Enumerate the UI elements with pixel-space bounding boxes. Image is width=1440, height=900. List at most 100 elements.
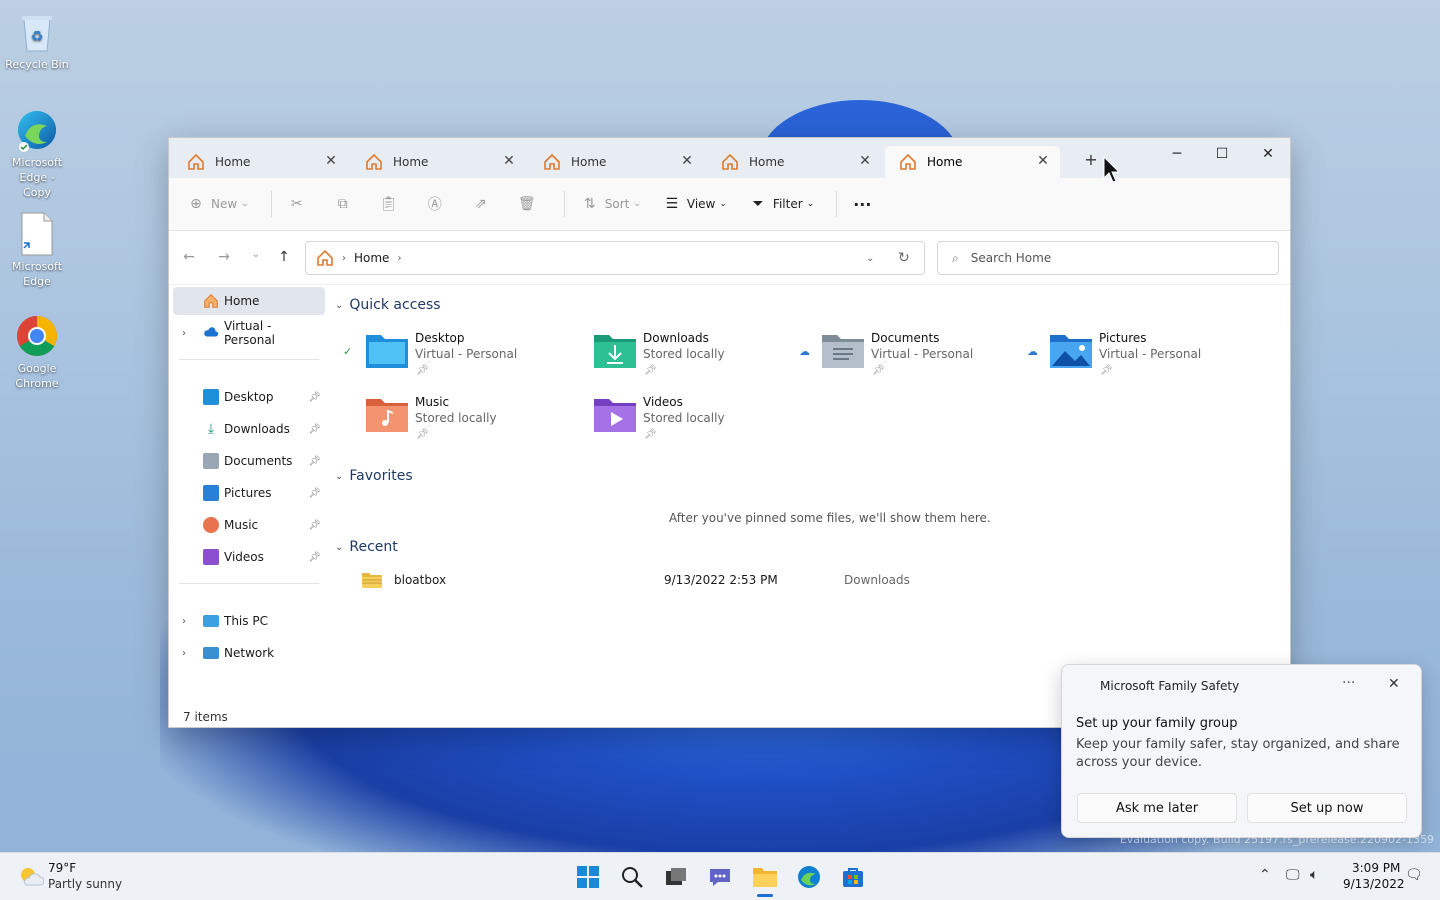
favorites-header[interactable]: ⌄ Favorites [335, 468, 413, 484]
sidebar-item-music[interactable]: Music 📌︎ [173, 511, 325, 539]
folder-icon [753, 868, 777, 887]
sidebar-item-home[interactable]: Home [173, 287, 325, 315]
filter-button[interactable]: ⏷ Filter ⌄ [749, 190, 814, 218]
filter-label: Filter [772, 197, 803, 211]
divider [179, 583, 319, 584]
address-bar[interactable]: › Home › ⌄ ↻ [305, 241, 925, 275]
store-taskbar-button[interactable] [839, 863, 867, 891]
sidebar-item-documents[interactable]: Documents 📌︎ [173, 447, 325, 475]
show-hidden-icons-chevron-icon[interactable]: ⌃ [1259, 867, 1271, 883]
new-button[interactable]: ⊕ New ⌄ [187, 190, 249, 218]
close-tab-icon[interactable]: ✕ [500, 152, 518, 170]
close-window-button[interactable]: ✕ [1245, 140, 1291, 168]
search-icon [622, 867, 643, 888]
zip-folder-icon [362, 573, 382, 588]
sort-button[interactable]: ⇅ Sort ⌄ [581, 190, 641, 218]
clock-date[interactable]: 9/13/2022 [1343, 877, 1405, 891]
desktop-icon-edge-copy[interactable]: Microsoft Edge - Copy [4, 108, 70, 200]
sidebar-item-label: Pictures [224, 486, 272, 500]
cloud-icon: ☁ [1027, 345, 1038, 358]
view-button[interactable]: ☰ View ⌄ [663, 190, 727, 218]
tab-home-5-active[interactable]: Home ✕ [885, 146, 1060, 178]
tab-home-3[interactable]: Home ✕ [529, 146, 704, 178]
paste-button[interactable]: 📋︎ [380, 190, 404, 218]
tab-home-2[interactable]: Home ✕ [351, 146, 526, 178]
desktop-icon-chrome[interactable]: Google Chrome [4, 314, 70, 391]
quick-access-item-documents[interactable]: ☁ Documents Virtual - Personal 📌︎ [785, 325, 1005, 381]
file-explorer-taskbar-button[interactable] [751, 863, 779, 897]
recent-header[interactable]: ⌄ Recent [335, 539, 398, 555]
rename-button[interactable]: Ⓐ [426, 190, 450, 218]
quick-access-item-videos[interactable]: Videos Stored locally 📌︎ [557, 389, 777, 445]
desktop-icon-edge[interactable]: Microsoft Edge [4, 212, 70, 289]
sidebar-item-downloads[interactable]: ⤓ Downloads 📌︎ [173, 415, 325, 443]
copy-button[interactable]: ⧉ [334, 190, 358, 218]
close-tab-icon[interactable]: ✕ [322, 152, 340, 170]
maximize-button[interactable]: ☐ [1199, 140, 1245, 168]
home-icon [366, 153, 382, 170]
close-tab-icon[interactable]: ✕ [678, 152, 696, 170]
edge-taskbar-button[interactable] [795, 863, 823, 891]
share-button[interactable]: ⇗ [472, 190, 496, 218]
network-status-icon[interactable]: 🖵︎ [1286, 867, 1300, 883]
task-view-button[interactable] [662, 863, 690, 891]
tab-label: Home [571, 155, 607, 169]
weather-temperature: 79°F [48, 861, 77, 875]
weather-widget[interactable]: 79°F Partly sunny [14, 861, 194, 895]
chevron-down-icon: ⌄ [719, 199, 727, 209]
close-tab-icon[interactable]: ✕ [1034, 152, 1052, 170]
back-arrow-icon[interactable]: ← [179, 249, 199, 269]
sidebar-item-label: Music [224, 518, 259, 532]
sidebar-item-videos[interactable]: Videos 📌︎ [173, 543, 325, 571]
tab-home-1[interactable]: Home ✕ [173, 146, 348, 178]
search-box[interactable]: ⌕ Search Home [937, 241, 1279, 275]
ask-me-later-button[interactable]: Ask me later [1077, 793, 1237, 823]
pin-icon: 📌︎ [308, 455, 321, 467]
delete-button[interactable]: 🗑︎ [518, 190, 542, 218]
notification-center-icon[interactable]: 🗨︎ [1405, 867, 1423, 883]
forward-arrow-icon[interactable]: → [214, 249, 234, 269]
sidebar-item-virtual-personal[interactable]: › Virtual - Personal [173, 319, 325, 347]
close-tab-icon[interactable]: ✕ [856, 152, 874, 170]
synced-check-icon: ✓ [343, 345, 353, 358]
sidebar-item-this-pc[interactable]: › This PC [173, 607, 325, 635]
start-button[interactable] [574, 863, 602, 891]
chevron-down-icon: ⌄ [335, 470, 344, 482]
quick-access-item-desktop[interactable]: ✓ Desktop Virtual - Personal 📌︎ [329, 325, 549, 381]
desktop-icon-recycle-bin[interactable]: ♻ Recycle Bin [4, 10, 70, 72]
desktop-folder-icon [366, 335, 408, 368]
chevron-down-icon: ⌄ [806, 199, 815, 209]
clock-time[interactable]: 3:09 PM [1352, 861, 1400, 875]
chevron-right-icon: › [182, 615, 186, 627]
cut-button[interactable]: ✂ [288, 190, 312, 218]
set-up-now-button[interactable]: Set up now [1247, 793, 1407, 823]
new-tab-button[interactable]: + [1081, 150, 1101, 170]
navigation-pane: Home › Virtual - Personal Desktop 📌︎ ⤓ D… [169, 285, 326, 705]
breadcrumb-home[interactable]: Home [354, 251, 389, 265]
more-icon: ··· [853, 194, 872, 214]
sidebar-item-network[interactable]: › Network [173, 639, 325, 667]
sidebar-item-desktop[interactable]: Desktop 📌︎ [173, 383, 325, 411]
up-arrow-icon[interactable]: ↑ [274, 249, 294, 269]
chat-button[interactable] [706, 863, 734, 891]
recent-locations-chevron-icon[interactable]: ⌄ [246, 249, 266, 269]
this-pc-icon [203, 615, 219, 627]
recent-file-row[interactable]: bloatbox 9/13/2022 2:53 PM Downloads [359, 569, 959, 593]
music-icon [203, 517, 219, 533]
more-options-icon[interactable]: ··· [1342, 675, 1355, 691]
refresh-icon[interactable]: ↻ [898, 250, 910, 266]
divider [563, 191, 565, 217]
close-icon[interactable]: ✕ [1388, 676, 1400, 692]
search-taskbar-button[interactable] [618, 863, 646, 891]
see-more-button[interactable]: ··· [853, 190, 871, 218]
quick-access-item-downloads[interactable]: Downloads Stored locally 📌︎ [557, 325, 777, 381]
volume-icon[interactable]: 🔈︎ [1310, 867, 1318, 883]
quick-access-item-music[interactable]: Music Stored locally 📌︎ [329, 389, 549, 445]
desktop-icon-label: Google Chrome [15, 362, 59, 390]
quick-access-header[interactable]: ⌄ Quick access [335, 297, 441, 313]
quick-access-item-pictures[interactable]: ☁ Pictures Virtual - Personal 📌︎ [1013, 325, 1233, 381]
tab-home-4[interactable]: Home ✕ [707, 146, 882, 178]
sidebar-item-pictures[interactable]: Pictures 📌︎ [173, 479, 325, 507]
minimize-button[interactable]: ─ [1154, 140, 1200, 168]
address-history-chevron-icon[interactable]: ⌄ [866, 253, 874, 264]
